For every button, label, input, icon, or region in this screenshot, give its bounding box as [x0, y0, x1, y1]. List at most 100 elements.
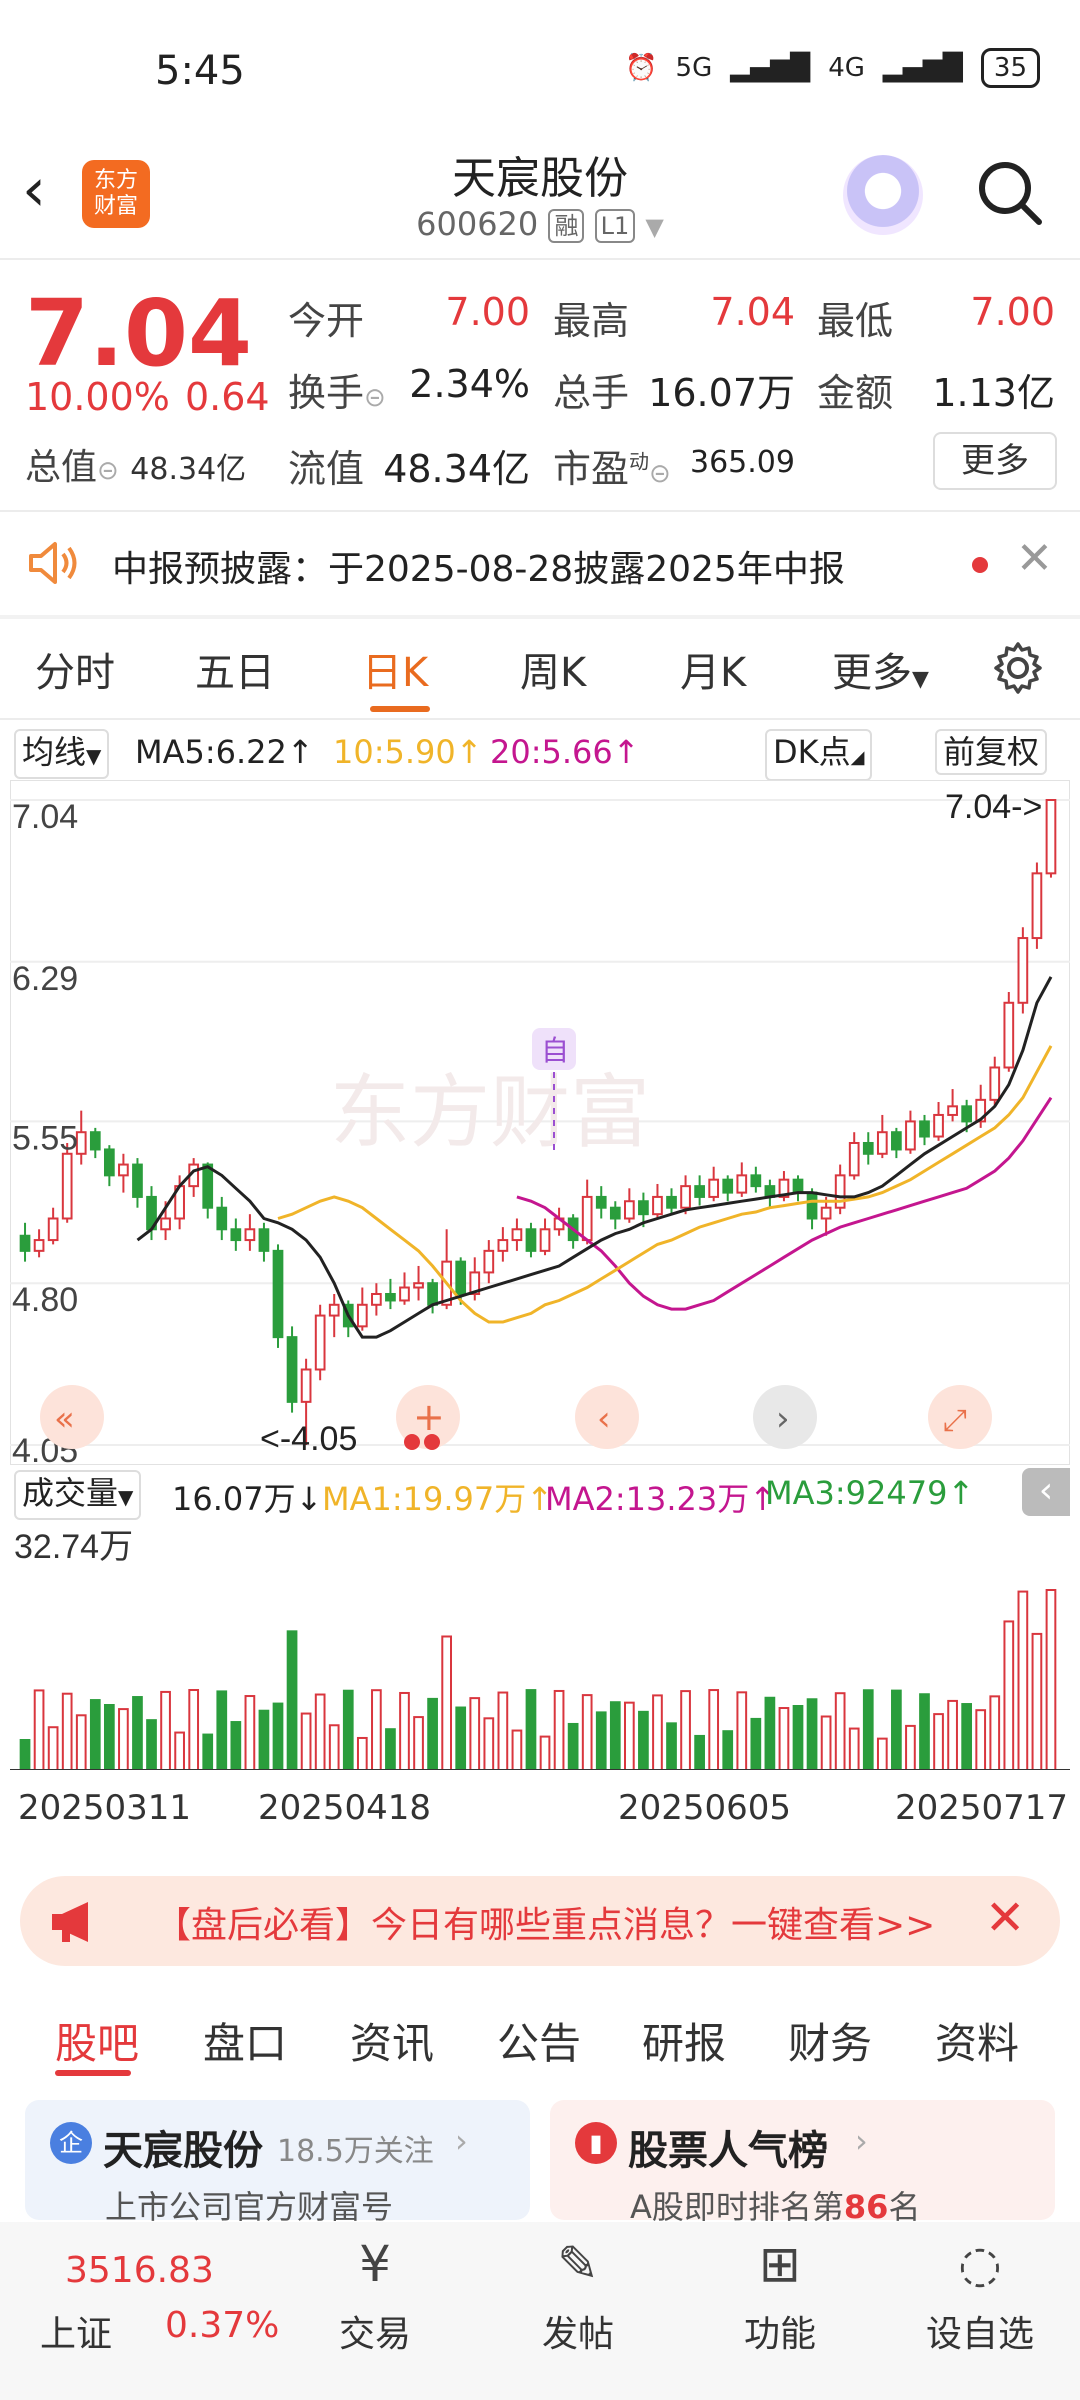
index-name[interactable]: 上证 [40, 2305, 112, 2357]
volume-bar [497, 1691, 509, 1770]
volume-bar [483, 1717, 495, 1770]
price-tick-label: 7.04 [12, 798, 78, 836]
close-icon[interactable]: ✕ [1016, 533, 1053, 584]
trade-icon[interactable]: ¥ [305, 2235, 445, 2293]
tab-yanbao[interactable]: 研报 [642, 2010, 726, 2071]
candle-body [876, 1131, 888, 1155]
dk-point-button[interactable]: DK点◢ [765, 729, 873, 781]
volume-bar [328, 1724, 340, 1770]
candle-body [385, 1292, 396, 1302]
footer-post[interactable]: 发帖 [508, 2305, 648, 2357]
candle-body [666, 1195, 677, 1209]
volume-bar [891, 1689, 902, 1770]
more-button[interactable]: 更多 [933, 432, 1057, 490]
tab-pankou[interactable]: 盘口 [203, 2010, 287, 2071]
tab-ziliao[interactable]: 资料 [935, 2010, 1019, 2071]
volume-bar [609, 1701, 621, 1770]
card2-rank: 86 [843, 2188, 889, 2226]
volume-bar [1017, 1590, 1029, 1770]
corner-caret-icon: ◢ [850, 747, 865, 768]
tab-wuri[interactable]: 五日 [195, 640, 275, 698]
assistant-robot-icon[interactable] [843, 155, 923, 235]
chat-icon[interactable]: ◌ [910, 2235, 1050, 2293]
card2-sub-post: 名 [888, 2188, 921, 2226]
date-label: 20250418 [258, 1788, 432, 1828]
price-tick-label: 5.55 [12, 1119, 78, 1157]
tab-weekly-k[interactable]: 周K [520, 640, 586, 698]
card1-title: 天宸股份 [103, 2128, 263, 2174]
volume-bar [286, 1630, 298, 1770]
volume-bar [230, 1721, 242, 1770]
caret-down-icon: ▼ [86, 744, 102, 768]
tab-guba[interactable]: 股吧 [55, 2010, 139, 2071]
date-label: 20250605 [618, 1788, 792, 1828]
pe-label: 市盈动⊝ [553, 438, 671, 493]
status-bar: 5:45 ⏰ 5G ▂▄▆█ 4G ▂▄▆█ 35 [0, 0, 1080, 140]
active-tab-indicator [55, 2070, 131, 2076]
candle-body [160, 1217, 171, 1231]
volume-bar [708, 1689, 720, 1770]
tab-fenshi[interactable]: 分时 [35, 640, 115, 698]
volume-bar [862, 1689, 874, 1770]
volume-bar [427, 1697, 438, 1770]
price-tick-label: 6.29 [12, 960, 78, 998]
kline-chart[interactable]: 东方财富 7.046.295.554.804.05 7.04-> <-4.05 … [10, 780, 1070, 1465]
grid-icon[interactable]: ⊞ [710, 2235, 850, 2293]
volume-bar [989, 1695, 1001, 1770]
caret-down-icon: ▼ [912, 667, 929, 692]
tab-monthly-k[interactable]: 月K [680, 640, 746, 698]
tab-gonggao[interactable]: 公告 [497, 2010, 581, 2071]
footer-function[interactable]: 功能 [710, 2305, 850, 2357]
margin-tag: 融 [548, 209, 585, 243]
volume-selector[interactable]: 成交量▼ [14, 1470, 142, 1520]
volume-chart[interactable]: 32.74万 [10, 1520, 1070, 1770]
volume-bar [146, 1719, 157, 1770]
ma-selector[interactable]: 均线▼ [14, 729, 110, 779]
volume-bar [174, 1731, 185, 1770]
candle-body [609, 1206, 621, 1220]
candle-body [371, 1292, 382, 1306]
volume-bar [160, 1690, 171, 1770]
footer-add-watchlist[interactable]: 设自选 [910, 2305, 1050, 2357]
dk-label: DK点 [773, 733, 851, 771]
megaphone-icon [52, 1902, 88, 1942]
watermark: 东方财富 [330, 1068, 650, 1157]
adjust-mode-button[interactable]: 前复权 [935, 729, 1048, 775]
volume-bar [1045, 1589, 1057, 1770]
candle-body [539, 1228, 551, 1252]
candle-body [33, 1239, 45, 1252]
index-change[interactable]: 0.37% [165, 2305, 279, 2346]
volume-bar [1003, 1620, 1015, 1770]
footer-trade[interactable]: 交易 [305, 2305, 445, 2357]
gear-icon[interactable] [990, 640, 1046, 696]
chevron-right-icon: › [455, 2122, 468, 2160]
edit-icon[interactable]: ✎ [508, 2235, 648, 2293]
tab-zixun[interactable]: 资讯 [350, 2010, 434, 2071]
close-icon[interactable]: ✕ [985, 1890, 1025, 1946]
tab-caiwu[interactable]: 财务 [788, 2010, 872, 2071]
tab-more[interactable]: 更多▼ [832, 640, 929, 698]
banner-text[interactable]: 【盘后必看】今日有哪些重点消息？一键查看>> [155, 1896, 955, 1948]
volume-bar [820, 1715, 832, 1770]
volume-bar [652, 1694, 663, 1770]
tab-daily-k[interactable]: 日K [362, 640, 428, 698]
notice-text[interactable]: 中报预披露：于2025-08-28披露2025年中报 [112, 540, 845, 592]
volume-bar [848, 1727, 860, 1770]
amount-label: 金额 [817, 371, 894, 415]
volume-max-label: 32.74万 [14, 1528, 133, 1566]
market-cap-value: 48.34亿 [130, 452, 247, 487]
official-account-card[interactable]: 企 天宸股份 18.5万关注 › 上市公司官方财富号 [25, 2100, 530, 2226]
volume-bar [469, 1697, 481, 1770]
change-percent: 10.00% [25, 375, 170, 419]
vol-ma3: MA3:92479↑ [765, 1474, 975, 1512]
candle-body [834, 1174, 846, 1209]
popularity-card[interactable]: ▮ 股票人气榜 › A股即时排名第86名 [550, 2100, 1055, 2226]
index-value[interactable]: 3516.83 [65, 2250, 214, 2291]
collapse-panel-button[interactable]: ‹ [1022, 1468, 1070, 1516]
volume-bar [1031, 1632, 1043, 1770]
candle-body [806, 1191, 818, 1220]
chevron-right-icon: › [855, 2122, 868, 2160]
level-tag: L1 [594, 209, 636, 243]
search-icon[interactable] [975, 158, 1045, 228]
float-cap-label: 流值 [288, 447, 365, 491]
